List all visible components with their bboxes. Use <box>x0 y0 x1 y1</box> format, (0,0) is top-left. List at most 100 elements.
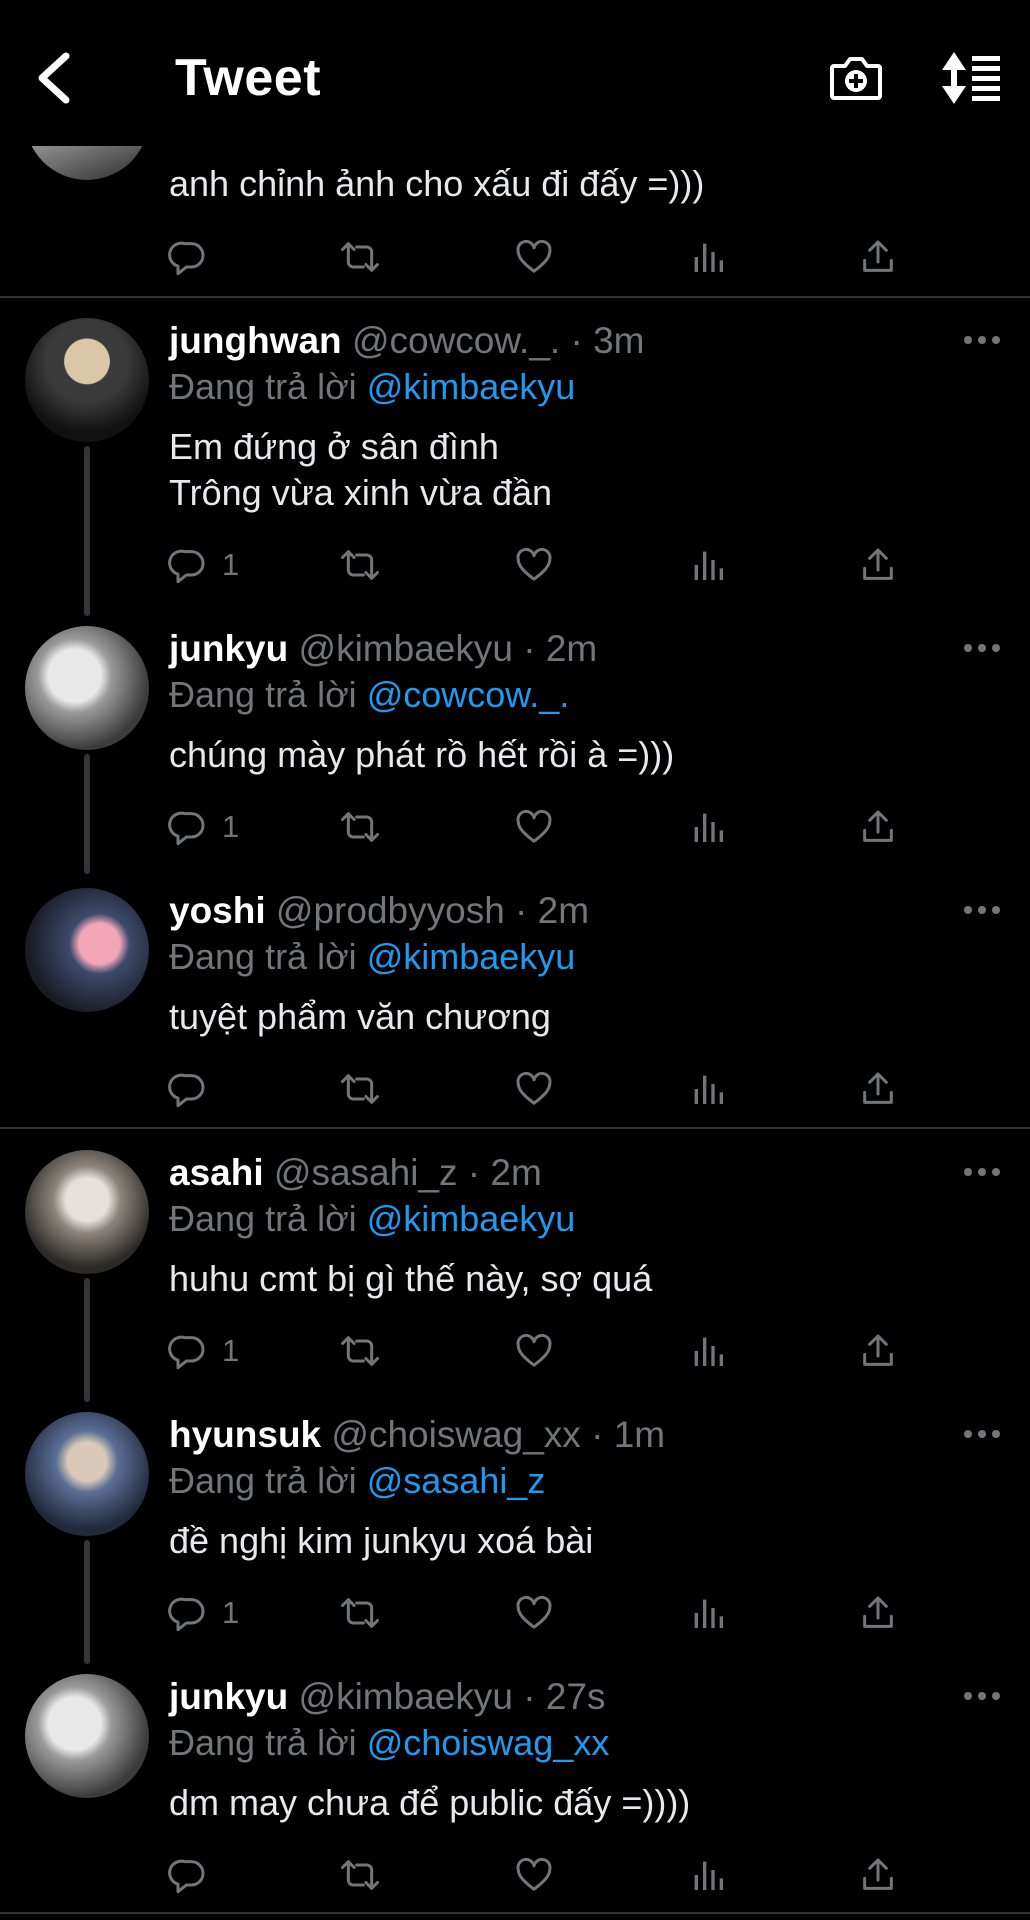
replying-to: Đang trả lời @choiswag_xx <box>169 1722 609 1764</box>
display-name[interactable]: hyunsuk <box>169 1414 321 1455</box>
reply-icon <box>168 811 205 846</box>
tweet-text: Em đứng ở sân đình Trông vừa xinh vừa đầ… <box>169 426 553 513</box>
reply-button[interactable]: 1 <box>168 1589 239 1637</box>
avatar[interactable] <box>25 1150 149 1274</box>
tweet[interactable]: yoshi @prodbyyosh · 2m Đang trả lời @kim… <box>0 870 1030 1090</box>
page-title: Tweet <box>175 49 322 107</box>
like-button[interactable] <box>514 1065 554 1113</box>
more-options-icon[interactable] <box>964 1692 1000 1700</box>
reply-prefix: Đang trả lời <box>169 1460 357 1501</box>
views-button[interactable] <box>688 1327 728 1375</box>
handle[interactable]: @kimbaekyu <box>299 628 513 669</box>
reply-button[interactable] <box>168 1851 222 1899</box>
display-name[interactable]: asahi <box>169 1152 264 1193</box>
mention-link[interactable]: @kimbaekyu <box>367 1198 576 1239</box>
mention-link[interactable]: @kimbaekyu <box>367 936 576 977</box>
avatar[interactable] <box>25 626 149 750</box>
replying-to: Đang trả lời @kimbaekyu <box>169 1198 575 1240</box>
avatar[interactable] <box>25 888 149 1012</box>
retweet-button[interactable] <box>340 803 380 851</box>
avatar[interactable] <box>25 1674 149 1798</box>
more-options-icon[interactable] <box>964 336 1000 344</box>
retweet-button[interactable] <box>340 1065 380 1113</box>
tweet-text: anh chỉnh ảnh cho xấu đi đấy =))) <box>169 163 705 204</box>
more-options-icon[interactable] <box>964 906 1000 914</box>
views-button[interactable] <box>688 541 728 589</box>
heart-icon <box>516 1857 552 1891</box>
bar-chart-icon <box>694 243 723 272</box>
reply-prefix: Đang trả lời <box>169 1198 357 1239</box>
display-name[interactable]: yoshi <box>169 890 266 931</box>
handle[interactable]: @sasahi_z <box>274 1152 458 1193</box>
more-options-icon[interactable] <box>964 644 1000 652</box>
like-button[interactable] <box>514 803 554 851</box>
share-icon <box>863 548 893 580</box>
display-name[interactable]: junghwan <box>169 320 342 361</box>
camera-plus-icon[interactable] <box>828 50 884 106</box>
share-button[interactable] <box>858 803 898 851</box>
like-button[interactable] <box>514 1851 554 1899</box>
tweet[interactable]: junkyu @kimbaekyu · 27s Đang trả lời @ch… <box>0 1656 1030 1876</box>
tweet[interactable]: hyunsuk @choiswag_xx · 1m Đang trả lời @… <box>0 1394 1030 1664</box>
tweet-actions: 1 <box>0 1589 1030 1639</box>
top-bar: Tweet <box>0 0 1030 146</box>
like-button[interactable] <box>514 1589 554 1637</box>
reply-button[interactable]: 1 <box>168 541 239 589</box>
handle[interactable]: @choiswag_xx <box>331 1414 580 1455</box>
retweet-button[interactable] <box>340 541 380 589</box>
retweet-button[interactable] <box>340 1589 380 1637</box>
retweet-button[interactable] <box>340 233 380 281</box>
mention-link[interactable]: @choiswag_xx <box>367 1722 610 1763</box>
retweet-icon <box>341 1336 379 1366</box>
share-icon <box>863 240 893 272</box>
share-button[interactable] <box>858 233 898 281</box>
views-button[interactable] <box>688 233 728 281</box>
avatar[interactable] <box>25 1412 149 1536</box>
retweet-icon <box>341 1860 379 1890</box>
handle[interactable]: @cowcow._. <box>352 320 560 361</box>
handle[interactable]: @prodbyyosh <box>276 890 505 931</box>
reply-button[interactable] <box>168 1065 222 1113</box>
share-button[interactable] <box>858 1589 898 1637</box>
replying-to: Đang trả lời @sasahi_z <box>169 1460 545 1502</box>
views-button[interactable] <box>688 1851 728 1899</box>
reply-count: 1 <box>222 1333 240 1368</box>
mention-link[interactable]: @cowcow._. <box>367 674 570 715</box>
tweet[interactable]: asahi @sasahi_z · 2m Đang trả lời @kimba… <box>0 1132 1030 1402</box>
display-name[interactable]: junkyu <box>169 628 288 669</box>
mention-link[interactable]: @kimbaekyu <box>367 366 576 407</box>
tweet[interactable]: junkyu @kimbaekyu · 2m Đang trả lời @cow… <box>0 608 1030 874</box>
reply-button[interactable]: 1 <box>168 803 239 851</box>
heart-icon <box>516 239 552 273</box>
bar-chart-icon <box>694 551 723 580</box>
share-button[interactable] <box>858 1851 898 1899</box>
avatar[interactable] <box>25 318 149 442</box>
handle[interactable]: @kimbaekyu <box>299 1676 513 1717</box>
tweet-header: junkyu @kimbaekyu · 27s <box>169 1676 606 1717</box>
share-button[interactable] <box>858 541 898 589</box>
reply-icon <box>168 549 205 584</box>
tweet[interactable]: junghwan @cowcow._. · 3m Đang trả lời @k… <box>0 300 1030 616</box>
views-button[interactable] <box>688 803 728 851</box>
share-button[interactable] <box>858 1065 898 1113</box>
like-button[interactable] <box>514 233 554 281</box>
mention-link[interactable]: @sasahi_z <box>367 1460 546 1501</box>
like-button[interactable] <box>514 1327 554 1375</box>
reply-prefix: Đang trả lời <box>169 936 357 977</box>
retweet-button[interactable] <box>340 1327 380 1375</box>
tweet-actions: 1 <box>0 541 1030 591</box>
reply-button[interactable] <box>168 233 208 281</box>
share-button[interactable] <box>858 1327 898 1375</box>
display-name[interactable]: junkyu <box>169 1676 288 1717</box>
like-button[interactable] <box>514 541 554 589</box>
retweet-button[interactable] <box>340 1851 380 1899</box>
divider <box>0 1912 1030 1914</box>
views-button[interactable] <box>688 1065 728 1113</box>
reply-button[interactable]: 1 <box>168 1327 239 1375</box>
views-button[interactable] <box>688 1589 728 1637</box>
chevron-left-icon[interactable] <box>30 48 76 108</box>
sort-icon[interactable] <box>940 50 1004 106</box>
more-options-icon[interactable] <box>964 1168 1000 1176</box>
share-icon <box>863 1858 893 1890</box>
more-options-icon[interactable] <box>964 1430 1000 1438</box>
